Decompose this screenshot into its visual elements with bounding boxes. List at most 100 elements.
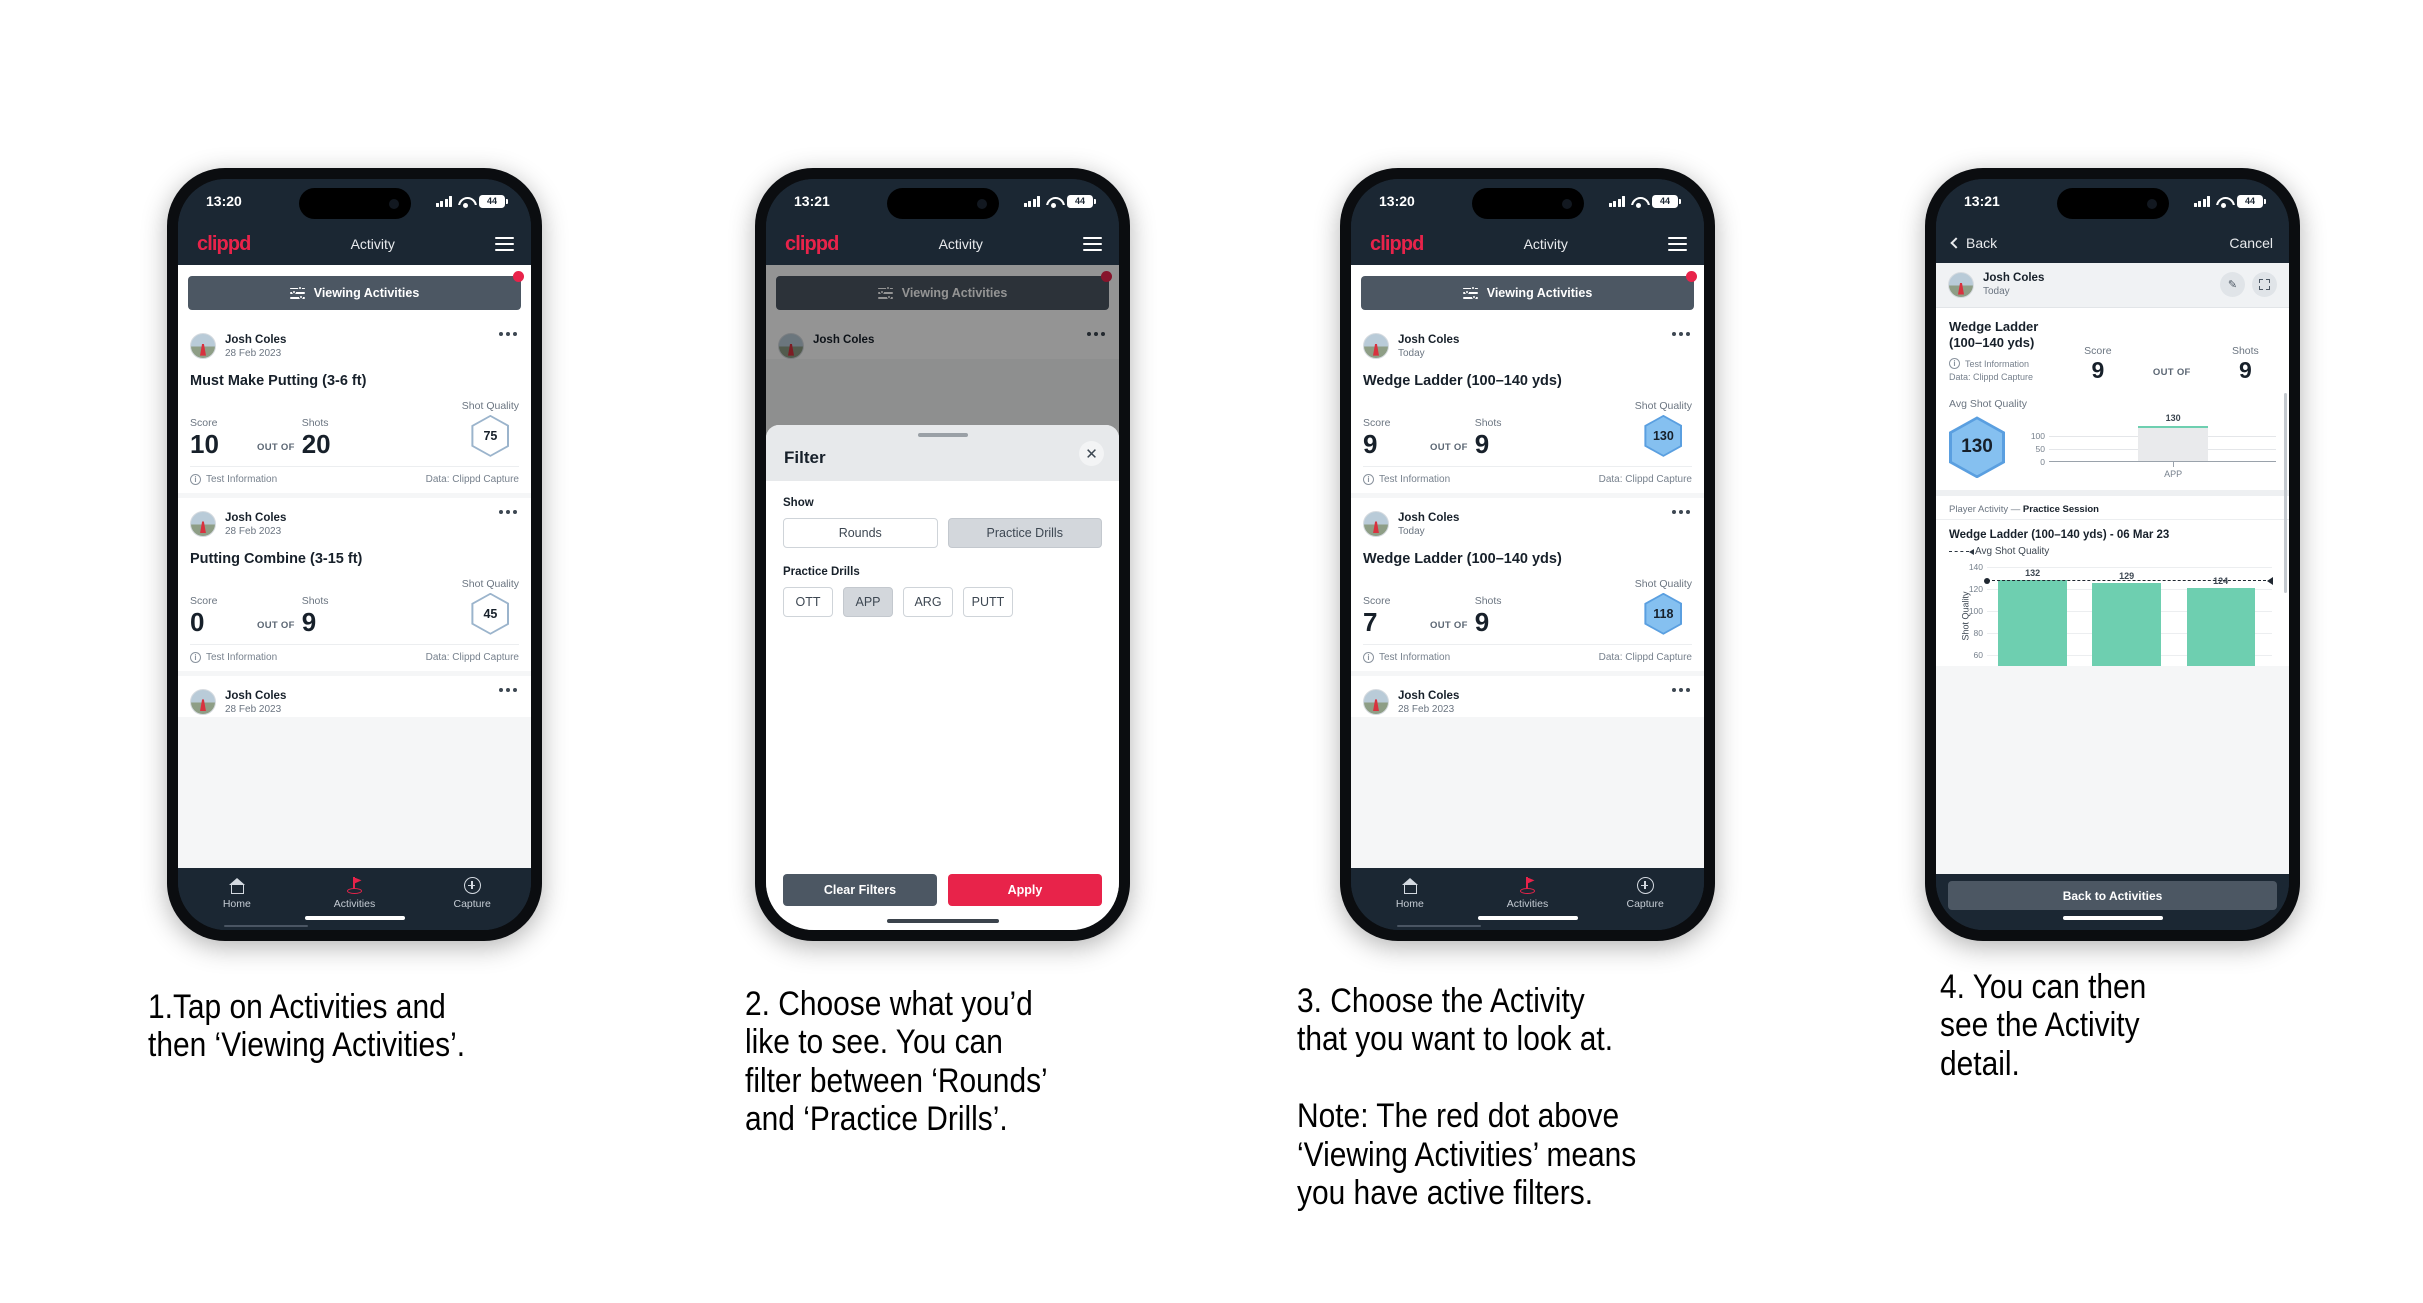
chip-rounds[interactable]: Rounds <box>783 518 938 548</box>
test-information-label: Test Information <box>1379 651 1451 663</box>
activity-card[interactable]: Josh Coles 28 Feb 2023 <box>1351 675 1704 717</box>
pencil-icon[interactable]: ✎ <box>2220 272 2245 298</box>
chart-ytick: 120 <box>1968 584 1983 595</box>
sheet-body: Show Rounds Practice Drills Practice Dri… <box>766 481 1119 874</box>
shots-value: 9 <box>301 606 317 637</box>
user-name: Josh Coles <box>225 689 287 702</box>
back-button[interactable]: Back <box>1950 235 1997 251</box>
viewing-activities-button[interactable]: Viewing Activities <box>188 276 521 310</box>
hamburger-icon[interactable] <box>495 236 514 252</box>
chip-practice-drills[interactable]: Practice Drills <box>947 518 1102 548</box>
data-source-label: Data: Clippd Capture <box>1598 473 1692 485</box>
info-icon[interactable]: i <box>190 651 201 663</box>
score-label: Score <box>190 416 218 429</box>
session-type: Practice Session <box>2022 504 2099 516</box>
hamburger-icon[interactable] <box>1668 236 1687 252</box>
chip-arg[interactable]: ARG <box>903 587 953 617</box>
shot-quality-value: 118 <box>1646 594 1681 633</box>
chart-bar-label: 124 <box>2213 576 2229 587</box>
back-to-activities-button[interactable]: Back to Activities <box>1948 881 2277 910</box>
avg-shot-quality-section: 130 100 50 0 130 APP <box>1936 412 2289 491</box>
score-value: 9 <box>2091 357 2105 384</box>
activity-date: 28 Feb 2023 <box>225 348 282 360</box>
front-camera-icon <box>388 198 399 209</box>
screen-body: Viewing Activities Josh Coles 28 Feb 202… <box>178 265 531 868</box>
nav-item-capture[interactable]: Capture <box>413 876 531 910</box>
mini-chart-bar <box>2138 426 2209 463</box>
score-label: Score <box>2084 345 2112 358</box>
nav-item-capture[interactable]: Capture <box>1586 876 1704 910</box>
home-indicator[interactable] <box>886 919 999 923</box>
chip-putt[interactable]: PUTT <box>963 587 1013 617</box>
tutorial-board: 13:20 44 clippd Activity Viewing Activit… <box>0 0 2423 1303</box>
card-overflow-menu-icon[interactable] <box>499 332 517 336</box>
nav-item-activities[interactable]: Activities <box>1469 876 1587 910</box>
card-overflow-menu-icon[interactable] <box>1672 509 1690 514</box>
activity-card[interactable]: Josh Coles Today Wedge Ladder (100–140 y… <box>1351 497 1704 671</box>
app-bar: clippd Activity <box>178 223 531 265</box>
score-label: Score <box>190 594 218 607</box>
shot-quality-hexagon: 75 <box>471 414 510 457</box>
shot-quality-value: 130 <box>1646 416 1681 455</box>
nav-item-home[interactable]: Home <box>178 876 296 910</box>
avatar <box>190 688 216 715</box>
card-overflow-menu-icon[interactable] <box>1672 687 1690 692</box>
plus-circle-icon <box>463 877 481 894</box>
activity-card[interactable]: Josh Coles Today Wedge Ladder (100–140 y… <box>1351 320 1704 493</box>
chart-bar-label: 132 <box>2025 568 2041 579</box>
viewing-activities-bar-wrap: Viewing Activities <box>178 265 531 320</box>
activity-card[interactable]: Josh Coles 28 Feb 2023 <box>178 675 531 717</box>
caption-step-4: 4. You can then see the Activity detail. <box>1940 968 2147 1083</box>
hamburger-icon[interactable] <box>1083 236 1102 252</box>
shots-label: Shots <box>1474 594 1502 607</box>
phone-filter-sheet: 13:21 44 clippd Activity Viewing Activit… <box>755 168 1130 941</box>
chip-ott[interactable]: OTT <box>783 587 833 617</box>
home-indicator[interactable] <box>304 916 405 920</box>
nav-label: Capture <box>453 898 491 910</box>
chip-app[interactable]: APP <box>843 587 893 617</box>
active-filters-red-dot <box>513 271 524 282</box>
chart-plot-area: 132 129 124 <box>1984 566 2273 667</box>
card-overflow-menu-icon[interactable] <box>499 687 517 692</box>
home-indicator[interactable] <box>2062 916 2163 920</box>
nav-label: Activities <box>333 898 376 910</box>
activity-title: Wedge Ladder (100–140 yds) <box>1363 372 1562 389</box>
shots-label: Shots <box>301 416 329 429</box>
activity-date: 28 Feb 2023 <box>225 704 282 716</box>
sheet-grabber[interactable] <box>917 433 968 437</box>
shots-label: Shots <box>1474 416 1502 429</box>
nav-item-home[interactable]: Home <box>1351 876 1469 910</box>
expand-icon[interactable] <box>2252 272 2277 298</box>
battery-icon: 44 <box>479 194 508 208</box>
activity-card[interactable]: Josh Coles 28 Feb 2023 Must Make Putting… <box>178 320 531 493</box>
info-icon[interactable]: i <box>1363 473 1374 485</box>
card-overflow-menu-icon[interactable] <box>499 509 517 514</box>
nav-item-activities[interactable]: Activities <box>296 876 414 910</box>
clear-filters-button[interactable]: Clear Filters <box>783 874 937 906</box>
info-icon[interactable]: i <box>190 473 201 485</box>
filter-sliders-icon <box>1462 285 1478 300</box>
info-icon[interactable]: i <box>1949 358 1960 370</box>
user-name: Josh Coles <box>225 334 287 346</box>
status-time: 13:21 <box>794 193 830 209</box>
legend-label: Avg Shot Quality <box>1975 546 2050 558</box>
out-of-label: OUT OF <box>1430 441 1468 453</box>
card-overflow-menu-icon[interactable] <box>1672 332 1690 336</box>
card-header: Josh Coles 28 Feb 2023 <box>190 676 519 717</box>
close-icon[interactable]: ✕ <box>1079 441 1104 466</box>
info-icon[interactable]: i <box>1363 651 1374 663</box>
active-filters-red-dot <box>1686 271 1697 282</box>
home-indicator[interactable] <box>1477 916 1578 920</box>
test-information-label: Test Information <box>206 651 278 663</box>
cancel-button[interactable]: Cancel <box>2229 235 2273 251</box>
home-icon <box>1401 878 1418 894</box>
viewing-activities-button[interactable]: Viewing Activities <box>1361 276 1694 310</box>
activity-card[interactable]: Josh Coles 28 Feb 2023 Putting Combine (… <box>178 497 531 671</box>
shots-label: Shots <box>301 594 329 607</box>
apply-button[interactable]: Apply <box>948 874 1102 906</box>
front-camera-icon <box>976 198 987 209</box>
clippd-logo: clippd <box>1370 232 1424 255</box>
front-camera-icon <box>1561 198 1572 209</box>
card-metrics: Score 10 OUT OF Shots 20 Shot Quality 75 <box>190 400 519 466</box>
scrollbar[interactable] <box>2284 393 2287 593</box>
